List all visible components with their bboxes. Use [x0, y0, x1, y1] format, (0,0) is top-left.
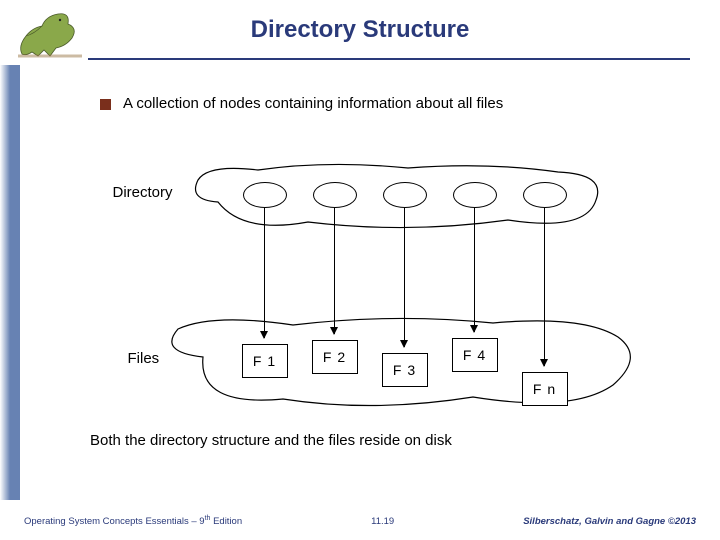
- file-node: F 1: [242, 344, 288, 378]
- slide-title: Directory Structure: [0, 0, 720, 44]
- footer-left-a: Operating System Concepts Essentials – 9: [24, 516, 205, 527]
- file-node: F n: [522, 372, 568, 406]
- dir-node: [453, 182, 497, 208]
- bullet-marker-icon: [100, 99, 111, 110]
- dinosaur-logo-icon: [12, 6, 88, 62]
- slide-footer: Operating System Concepts Essentials – 9…: [0, 510, 720, 540]
- dir-node: [383, 182, 427, 208]
- directory-diagram: Directory Files F 1 F 2 F 3 F 4 F n: [73, 132, 653, 422]
- slide-content: A collection of nodes containing informa…: [0, 65, 720, 449]
- bullet-item: A collection of nodes containing informa…: [100, 95, 665, 112]
- slide-header: Directory Structure: [0, 0, 720, 65]
- connector: [264, 208, 266, 338]
- footer-right: Silberschatz, Galvin and Gagne ©2013: [523, 516, 696, 527]
- dir-node: [523, 182, 567, 208]
- connector: [474, 208, 476, 332]
- closing-text: Both the directory structure and the fil…: [90, 432, 665, 449]
- directory-label: Directory: [113, 184, 173, 201]
- connector: [334, 208, 336, 334]
- file-node: F 4: [452, 338, 498, 372]
- dir-node: [243, 182, 287, 208]
- file-node: F 3: [382, 353, 428, 387]
- footer-left: Operating System Concepts Essentials – 9…: [24, 515, 242, 527]
- file-node: F 2: [312, 340, 358, 374]
- title-underline: [88, 58, 690, 60]
- connector: [544, 208, 546, 366]
- footer-left-b: Edition: [210, 516, 242, 527]
- connector: [404, 208, 406, 347]
- bullet-text: A collection of nodes containing informa…: [123, 95, 503, 112]
- footer-center: 11.19: [371, 516, 394, 527]
- dir-node: [313, 182, 357, 208]
- files-label: Files: [128, 350, 160, 367]
